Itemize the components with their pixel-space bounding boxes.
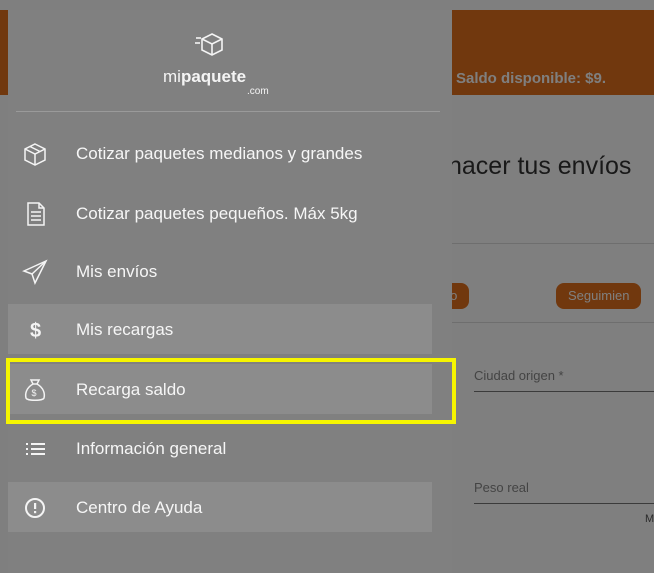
box-speed-icon	[195, 33, 223, 56]
help-alert-icon	[25, 498, 45, 518]
logo-wordmark: mipaquete	[163, 67, 246, 87]
menu-item-informacion-general[interactable]: Información general	[8, 423, 432, 473]
logo-paquete: paquete	[180, 67, 247, 86]
highlight-box	[6, 358, 456, 424]
menu-label: Cotizar paquetes pequeños. Máx 5kg	[76, 204, 358, 223]
menu-item-mis-envios[interactable]: Mis envíos	[8, 246, 432, 296]
menu-label: Centro de Ayuda	[76, 498, 203, 517]
mipaquete-logo[interactable]: mipaquete .com	[8, 10, 274, 110]
logo-mi: mi	[163, 67, 181, 86]
menu-item-cotizar-pequenos[interactable]: Cotizar paquetes pequeños. Máx 5kg	[8, 188, 432, 238]
paper-plane-icon	[22, 259, 48, 285]
cube-icon	[24, 143, 46, 166]
document-icon	[27, 202, 45, 226]
menu-label: Cotizar paquetes medianos y grandes	[76, 144, 363, 163]
screenshot-frame: Saldo disponible: $9. hacer tus envíos i…	[0, 0, 654, 573]
menu-label: Información general	[76, 439, 227, 458]
drawer-divider	[16, 111, 440, 112]
svg-text:$: $	[30, 320, 41, 342]
menu-label: Mis recargas	[76, 320, 174, 339]
menu-item-mis-recargas[interactable]: $ Mis recargas	[8, 304, 432, 354]
logo-suffix: .com	[247, 86, 269, 97]
list-icon	[26, 443, 45, 455]
menu-item-cotizar-grandes[interactable]: Cotizar paquetes medianos y grandes	[8, 128, 432, 178]
menu-item-centro-ayuda[interactable]: Centro de Ayuda	[8, 482, 432, 532]
menu-label: Mis envíos	[76, 262, 158, 281]
dollar-icon: $	[30, 320, 41, 342]
side-drawer: mipaquete .com Cotizar paquetes medianos…	[8, 10, 452, 573]
